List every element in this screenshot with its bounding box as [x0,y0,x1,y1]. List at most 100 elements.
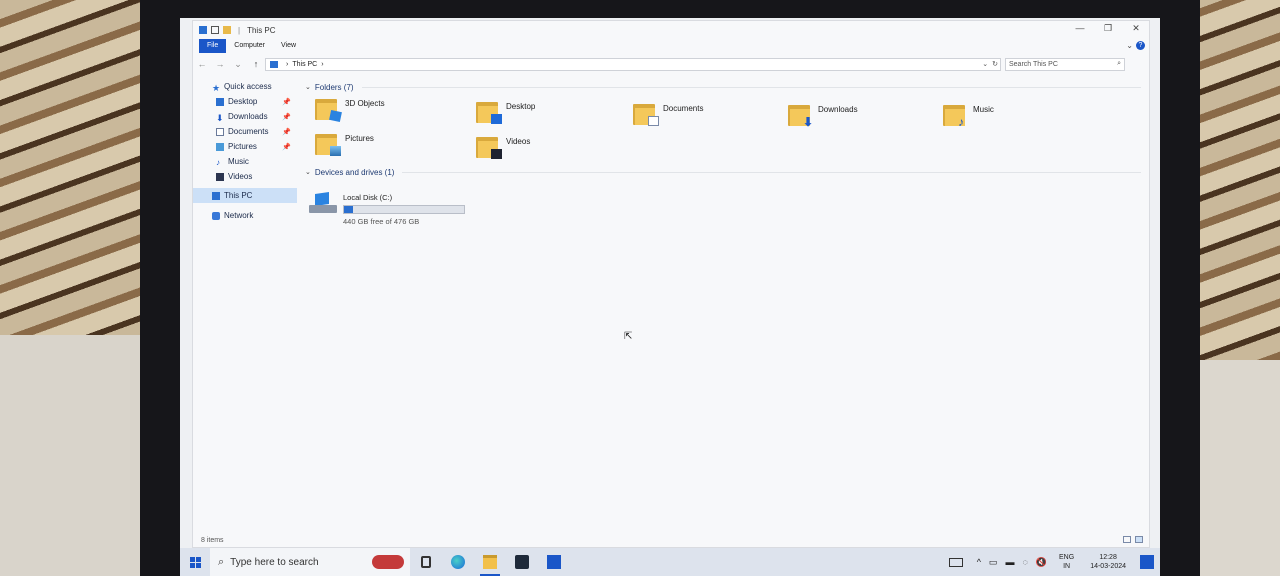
drive-usage-fill [344,206,354,213]
touch-keyboard-icon[interactable] [948,557,963,567]
store-button[interactable] [506,548,538,576]
picture-icon [216,142,224,151]
status-bar: 8 items [193,533,1149,547]
file-explorer-button[interactable] [474,548,506,576]
folder-downloads[interactable]: ⬇ Downloads [788,103,858,128]
folder-label: Downloads [818,105,858,114]
task-view-icon [421,556,431,568]
input-language[interactable]: ENG IN [1059,553,1074,571]
sidebar-item-videos[interactable]: Videos [193,169,297,184]
sidebar-item-network[interactable]: Network [193,208,297,223]
sidebar-item-documents[interactable]: Documents 📌 [193,124,297,139]
folder-label: Pictures [345,134,374,143]
mouse-cursor-icon: ⇱ [624,331,633,342]
drive-name: Local Disk (C:) [343,193,393,202]
sidebar-item-quick-access[interactable]: ★ Quick access [193,79,297,94]
folder-desktop[interactable]: Desktop [476,100,535,124]
tab-computer[interactable]: Computer [226,39,273,53]
window-title: This PC [247,25,276,35]
download-arrow-icon: ⬇ [216,112,224,123]
new-folder-icon[interactable] [223,26,231,34]
divider [361,86,1141,88]
pin-icon: 📌 [282,113,291,121]
notifications-icon[interactable] [1140,555,1154,569]
hard-drive-icon [309,192,337,215]
task-view-button[interactable] [410,548,442,576]
system-tray: ^ ▭ ▬ ◌ 🔇 ENG IN 12:28 14-03-2024 [948,548,1160,576]
background-desk [0,335,150,576]
breadcrumb-this-pc[interactable]: This PC [292,61,317,68]
meet-now-icon[interactable]: ▭ [989,557,998,568]
folder-videos[interactable]: Videos [476,135,530,159]
mail-icon [547,555,561,569]
sidebar-item-label: Desktop [228,97,258,106]
chevron-up-icon[interactable]: ^ [977,557,981,567]
address-dropdown-icon[interactable]: ⌄ [982,60,988,68]
sidebar-item-label: Pictures [228,142,257,151]
quick-access-separator: | [238,25,241,35]
properties-icon[interactable] [211,26,219,34]
network-icon [212,211,220,220]
taskbar-search-box[interactable]: ⌕ Type here to search [210,548,410,576]
music-folder-icon: ♪ [943,103,967,128]
sidebar-item-this-pc[interactable]: This PC [193,188,297,203]
sidebar-item-downloads[interactable]: ⬇ Downloads 📌 [193,109,297,124]
maximize-button[interactable]: ❐ [1101,23,1115,34]
document-icon [216,127,224,136]
search-icon: ⌕ [218,555,225,568]
start-button[interactable] [180,548,210,576]
breadcrumb-separator: › [321,60,324,68]
up-arrow-icon[interactable]: ↑ [247,59,265,69]
recent-locations-icon[interactable]: ⌄ [229,59,247,70]
details-view-icon[interactable] [1123,536,1131,543]
sidebar-item-label: Downloads [228,112,268,121]
region-code: IN [1063,563,1071,570]
video-icon [216,172,224,181]
pictures-folder-icon [315,132,341,156]
search-placeholder: Search This PC [1009,60,1058,68]
folder-documents[interactable]: Documents [633,102,703,126]
folders-group-header[interactable]: ⌄ Folders (7) [305,81,1141,93]
battery-icon[interactable]: ▬ [1005,557,1014,567]
sidebar-item-label: Network [224,211,254,220]
search-input[interactable]: Search This PC ⌕ [1005,57,1125,71]
close-button[interactable]: ✕ [1129,23,1143,34]
forward-arrow-icon[interactable]: → [211,59,229,69]
tab-view[interactable]: View [273,39,304,53]
expand-ribbon-icon[interactable]: ⌄ [1126,41,1133,50]
large-icons-view-icon[interactable] [1135,536,1143,543]
pin-icon: 📌 [282,128,291,136]
edge-button[interactable] [442,548,474,576]
taskbar-search-placeholder: Type here to search [230,556,319,568]
chevron-down-icon[interactable]: ⌄ [305,83,311,91]
clock[interactable]: 12:28 14-03-2024 [1090,553,1126,571]
minimize-button[interactable]: — [1073,23,1087,34]
content-pane: ⌄ Folders (7) 3D Objects Desktop Documen… [301,79,1149,533]
divider [402,171,1141,173]
folder-3d-objects[interactable]: 3D Objects [315,97,385,123]
tab-file[interactable]: File [199,39,227,53]
breadcrumb-separator: › [286,60,289,68]
search-icon[interactable]: ⌕ [1117,60,1121,68]
store-icon [515,555,529,569]
mail-button[interactable] [538,548,570,576]
folder-pictures[interactable]: Pictures [315,132,374,156]
network-status-icon[interactable]: ◌ [1022,557,1027,567]
devices-group-header[interactable]: ⌄ Devices and drives (1) [305,166,1141,178]
back-arrow-icon[interactable]: ← [193,59,211,69]
file-explorer-icon [483,555,497,569]
chevron-down-icon[interactable]: ⌄ [305,168,311,176]
sidebar-item-label: Documents [228,127,269,136]
sidebar-item-label: This PC [224,191,253,200]
navigation-pane: ★ Quick access Desktop 📌 ⬇ Downloads 📌 D… [193,79,297,223]
sidebar-item-desktop[interactable]: Desktop 📌 [193,94,297,109]
help-icon[interactable]: ? [1136,41,1145,50]
volume-muted-icon[interactable]: 🔇 [1036,557,1047,568]
drive-local-disk-c[interactable]: Local Disk (C:) 440 GB free of 476 GB [309,192,465,226]
folder-music[interactable]: ♪ Music [943,103,994,128]
sidebar-item-pictures[interactable]: Pictures 📌 [193,139,297,154]
address-bar[interactable]: › This PC › ⌄ ↻ [265,57,1001,71]
sidebar-item-music[interactable]: ♪ Music [193,154,297,169]
refresh-icon[interactable]: ↻ [992,60,998,68]
group-title: Folders (7) [314,82,354,92]
